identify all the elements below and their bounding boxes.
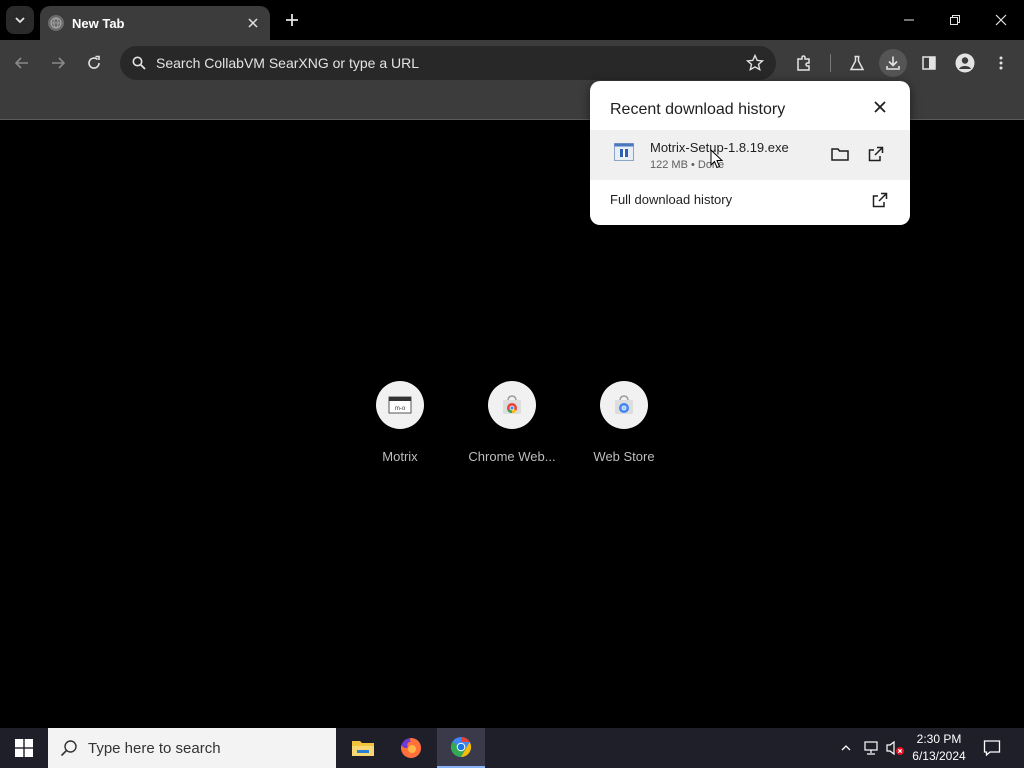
side-panel-icon — [922, 56, 936, 70]
tab-search-button[interactable] — [6, 6, 34, 34]
mouse-cursor-icon — [710, 149, 724, 169]
shortcut-icon — [488, 381, 536, 429]
screen: New Tab Search CollabVM SearXNG or type … — [0, 0, 1024, 768]
globe-icon — [48, 15, 64, 31]
flask-icon — [849, 55, 865, 71]
download-bubble-title: Recent download history — [610, 101, 786, 118]
menu-button[interactable] — [987, 49, 1015, 77]
search-icon — [132, 56, 146, 70]
chevron-up-icon — [841, 745, 851, 751]
windows-logo-icon — [15, 739, 33, 757]
show-in-folder-button[interactable] — [828, 142, 852, 166]
clock-date: 6/13/2024 — [912, 749, 966, 763]
download-item[interactable]: Motrix-Setup-1.8.19.exe 122 MB • Done — [590, 130, 910, 180]
notification-icon — [983, 740, 1001, 757]
firefox-icon — [401, 737, 422, 758]
taskbar-clock[interactable]: 2:30 PM 6/13/2024 — [906, 731, 972, 765]
shortcut-web-store[interactable]: Web Store — [574, 381, 674, 464]
taskbar: Type here to search 2:30 PM 6/13/2024 — [0, 728, 1024, 768]
minimize-icon — [904, 19, 914, 21]
extensions-button[interactable] — [790, 49, 818, 77]
reload-icon — [88, 55, 100, 69]
star-icon[interactable] — [746, 54, 764, 72]
taskbar-file-explorer[interactable] — [339, 728, 387, 768]
open-external-icon — [872, 192, 888, 208]
shortcut-icon — [600, 381, 648, 429]
tray-overflow-button[interactable] — [836, 738, 856, 758]
shortcut-icon: m-o — [376, 381, 424, 429]
start-button[interactable] — [0, 728, 48, 768]
puzzle-icon — [797, 55, 810, 71]
tray-volume-button[interactable] — [885, 738, 905, 758]
browser-toolbar: Search CollabVM SearXNG or type a URL — [0, 40, 1024, 86]
chevron-down-icon — [15, 17, 25, 24]
shortcut-label: Chrome Web... — [468, 449, 556, 464]
full-download-history-link[interactable]: Full download history — [610, 192, 732, 207]
shortcut-label: Motrix — [382, 449, 418, 464]
restore-icon — [950, 15, 960, 25]
reload-button[interactable] — [80, 49, 108, 77]
tab-new-tab[interactable]: New Tab — [40, 6, 270, 40]
taskbar-chrome[interactable] — [437, 728, 485, 768]
labs-button[interactable] — [843, 49, 871, 77]
avatar-icon — [955, 53, 975, 73]
tray-network-button[interactable] — [861, 738, 881, 758]
folder-icon — [831, 148, 849, 161]
full-download-history-open-button[interactable] — [868, 188, 892, 212]
open-download-button[interactable] — [864, 142, 888, 166]
chrome-icon — [450, 736, 472, 758]
forward-button[interactable] — [44, 49, 72, 77]
tab-close-button[interactable] — [244, 14, 262, 32]
chrome-web-store-icon — [503, 395, 521, 414]
close-icon — [248, 18, 258, 28]
taskbar-search-placeholder: Type here to search — [88, 739, 221, 757]
folder-icon — [352, 741, 374, 756]
web-store-icon — [615, 395, 633, 414]
minimize-button[interactable] — [886, 0, 932, 40]
back-button[interactable] — [8, 49, 36, 77]
close-window-button[interactable] — [978, 0, 1024, 40]
download-icon — [886, 56, 900, 70]
network-icon — [864, 741, 878, 755]
download-bubble: Recent download history Motrix-Setup-1.8… — [590, 81, 910, 225]
search-icon — [60, 740, 77, 757]
shortcut-chrome-web[interactable]: Chrome Web... — [462, 381, 562, 464]
svg-text:m-o: m-o — [395, 406, 406, 412]
volume-muted-icon — [886, 740, 904, 756]
downloads-button[interactable] — [879, 49, 907, 77]
profile-button[interactable] — [951, 49, 979, 77]
omnibox[interactable]: Search CollabVM SearXNG or type a URL — [120, 46, 776, 80]
toolbar-separator — [830, 54, 831, 72]
tab-strip: New Tab — [0, 0, 1024, 40]
download-bubble-close-button[interactable] — [870, 97, 890, 117]
tab-title: New Tab — [72, 15, 125, 31]
more-vert-icon — [999, 56, 1003, 70]
taskbar-firefox[interactable] — [387, 728, 435, 768]
arrow-right-icon — [52, 57, 66, 69]
new-tab-button[interactable] — [280, 8, 304, 32]
plus-icon — [286, 14, 298, 26]
shortcut-label: Web Store — [593, 449, 655, 464]
omnibox-input[interactable]: Search CollabVM SearXNG or type a URL — [156, 55, 746, 71]
shortcut-motrix[interactable]: m-o Motrix — [350, 381, 450, 464]
arrow-left-icon — [14, 57, 28, 69]
installer-file-icon — [614, 143, 634, 161]
close-icon — [995, 14, 1007, 26]
side-panel-button[interactable] — [915, 49, 943, 77]
restore-button[interactable] — [932, 0, 978, 40]
notification-center-button[interactable] — [980, 736, 1004, 760]
open-external-icon — [868, 146, 884, 162]
clock-time: 2:30 PM — [916, 732, 962, 746]
motrix-icon: m-o — [388, 396, 412, 414]
taskbar-search-box[interactable]: Type here to search — [48, 728, 336, 768]
close-icon — [874, 101, 886, 113]
